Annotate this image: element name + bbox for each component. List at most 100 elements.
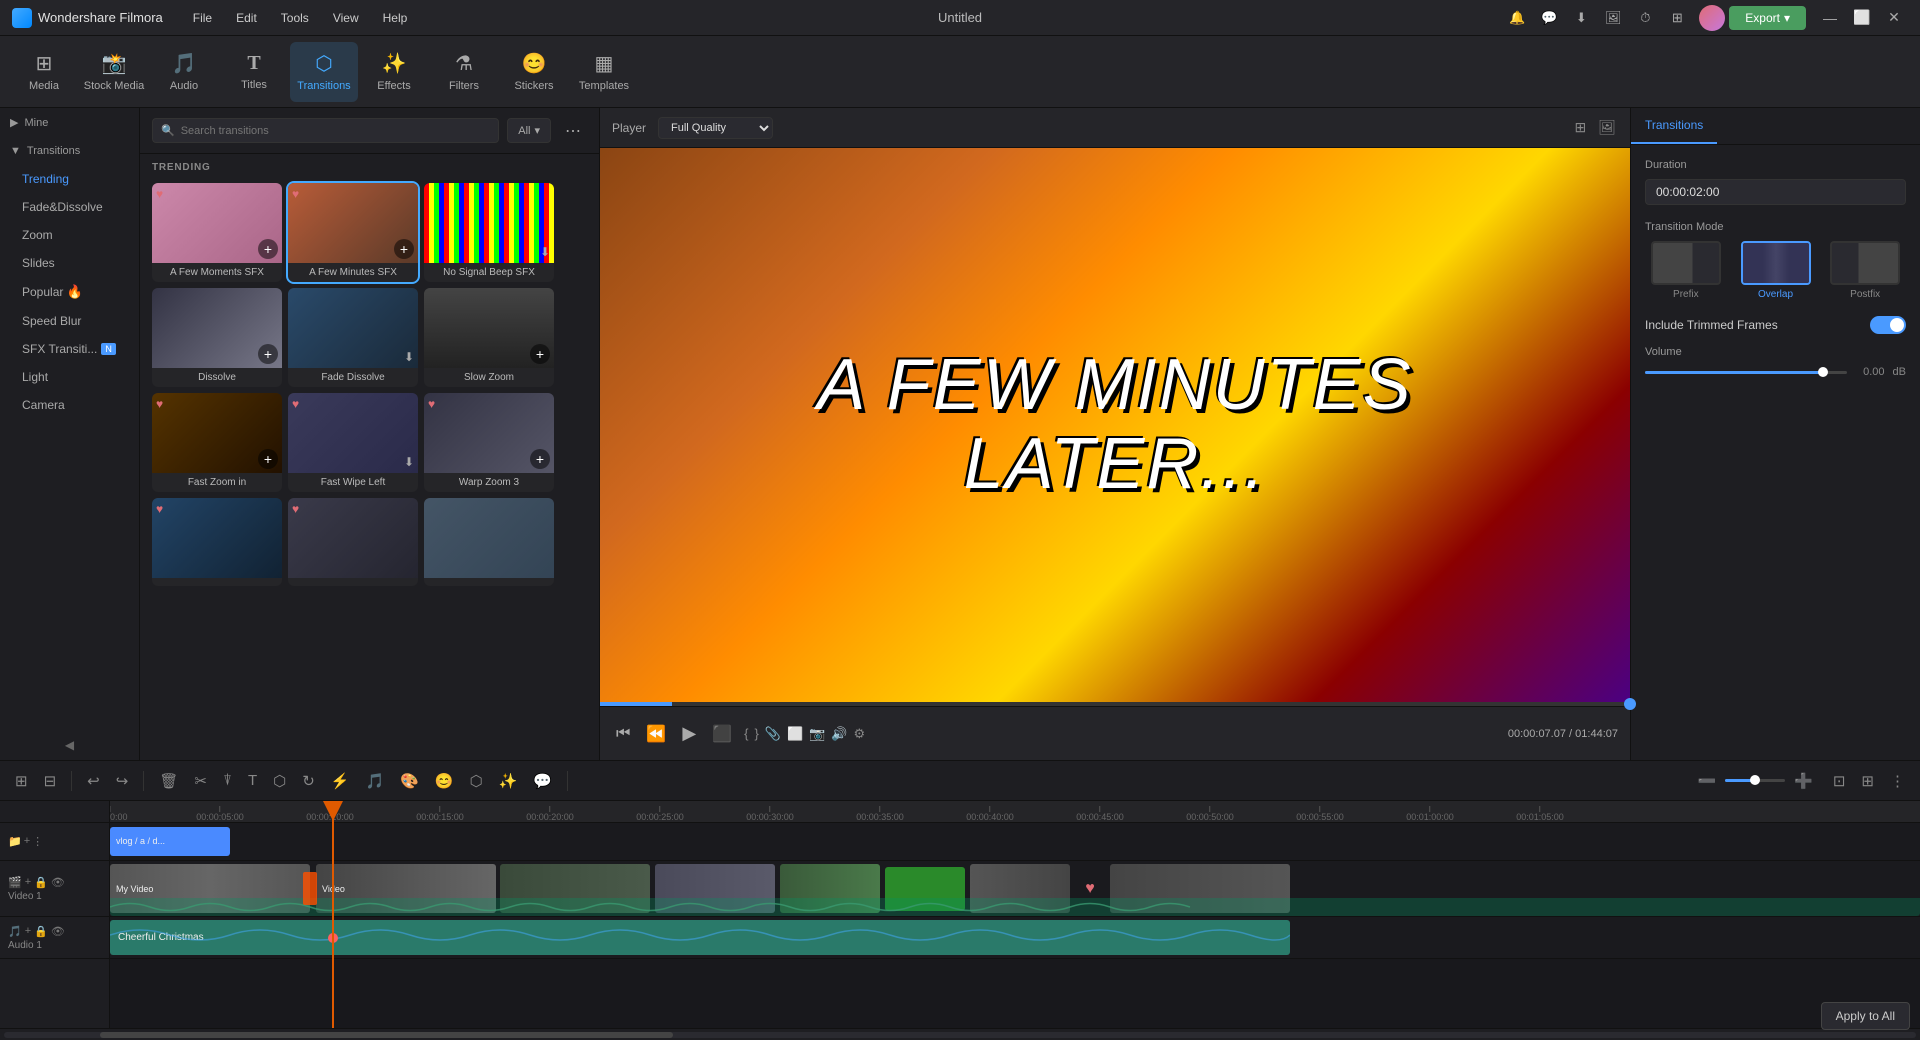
search-input[interactable]: [181, 125, 491, 137]
vlog-add-icon[interactable]: +: [24, 835, 30, 848]
add-transition-button-6[interactable]: +: [258, 449, 278, 469]
vlog-menu-icon[interactable]: ⋮: [32, 835, 43, 848]
minimize-button[interactable]: —: [1816, 4, 1844, 32]
transition-card-7[interactable]: ♥ ⬇ Fast Wipe Left: [288, 393, 418, 492]
vlog-clip[interactable]: vlog / a / d...: [110, 827, 230, 857]
search-box[interactable]: 🔍: [152, 118, 499, 143]
clip-icon[interactable]: 📎: [765, 726, 781, 742]
user-avatar[interactable]: [1699, 5, 1725, 31]
add-media-button[interactable]: ⊞: [10, 768, 33, 794]
tab-transitions[interactable]: Transitions: [1631, 108, 1717, 144]
more-options-button[interactable]: ⋯: [559, 119, 587, 143]
menu-file[interactable]: File: [183, 7, 222, 29]
sidebar-item-speed-blur[interactable]: Speed Blur: [6, 308, 133, 334]
expand-icon[interactable]: ⬜: [787, 726, 803, 742]
menu-tools[interactable]: Tools: [271, 7, 319, 29]
volume-slider[interactable]: [1645, 371, 1847, 374]
toolbar-transitions[interactable]: ⬡ Transitions: [290, 42, 358, 102]
menu-edit[interactable]: Edit: [226, 7, 267, 29]
transition-card-2[interactable]: ⬇ No Signal Beep SFX: [424, 183, 554, 282]
mode-prefix[interactable]: Prefix: [1645, 241, 1727, 300]
toolbar-audio[interactable]: 🎵 Audio: [150, 42, 218, 102]
skip-back-button[interactable]: ⏮: [612, 721, 634, 747]
toolbar-stock-media[interactable]: 📸 Stock Media: [80, 42, 148, 102]
delete-button[interactable]: 🗑: [154, 768, 183, 794]
audio-clip[interactable]: Cheerful Christmas: [110, 920, 1290, 955]
transition-card-4[interactable]: ⬇ Fade Dissolve: [288, 288, 418, 387]
speed-button[interactable]: ⚡: [326, 768, 355, 794]
frame-back-button[interactable]: ⏪: [642, 720, 670, 748]
vlog-track[interactable]: vlog / a / d...: [110, 823, 1920, 861]
audio-lock-icon[interactable]: 🔒: [34, 925, 48, 938]
toolbar-effects[interactable]: ✨ Effects: [360, 42, 428, 102]
snapshot-icon[interactable]: 📷: [809, 726, 825, 742]
community-icon[interactable]: 💬: [1537, 6, 1561, 30]
menu-view[interactable]: View: [323, 7, 369, 29]
text-button[interactable]: T: [243, 768, 262, 793]
preview-progress-bar[interactable]: [600, 702, 1630, 706]
scrollbar-track[interactable]: [4, 1032, 1916, 1038]
settings-icon[interactable]: ⚙: [854, 726, 866, 742]
fit-button[interactable]: ⊡: [1828, 768, 1851, 794]
magnet-button[interactable]: ⊟: [39, 768, 62, 794]
layout-icon[interactable]: ⊞: [1572, 117, 1588, 138]
toolbar-titles[interactable]: T Titles: [220, 42, 288, 102]
more-button[interactable]: ⋮: [1885, 768, 1910, 794]
transition-card-6[interactable]: ♥ + Fast Zoom in: [152, 393, 282, 492]
quality-select[interactable]: Full Quality High Quality Medium Quality…: [658, 117, 773, 139]
sidebar-item-trending[interactable]: Trending: [6, 166, 133, 192]
toolbar-stickers[interactable]: 😊 Stickers: [500, 42, 568, 102]
sidebar-collapse-button[interactable]: ◀: [0, 730, 139, 760]
sidebar-item-sfx[interactable]: SFX Transiti... N: [6, 336, 133, 362]
grid-icon[interactable]: ⊞: [1665, 6, 1689, 30]
media-icon[interactable]: 🖼: [1601, 6, 1625, 30]
transition-card-3[interactable]: + Dissolve: [152, 288, 282, 387]
undo-button[interactable]: ↩: [82, 768, 105, 794]
photo-icon[interactable]: 🖼: [1596, 117, 1618, 138]
sidebar-item-zoom[interactable]: Zoom: [6, 222, 133, 248]
zoom-out-button[interactable]: ➖: [1692, 768, 1721, 794]
redo-button[interactable]: ↪: [111, 768, 134, 794]
scrollbar-thumb[interactable]: [100, 1032, 674, 1038]
transition-btn[interactable]: ⬡: [465, 768, 488, 794]
split-button[interactable]: ⍒: [218, 768, 237, 793]
notification-icon[interactable]: 🔔: [1505, 6, 1529, 30]
toolbar-filters[interactable]: ⚗ Filters: [430, 42, 498, 102]
sticker-btn[interactable]: 😊: [430, 768, 459, 794]
toolbar-media[interactable]: ⊞ Media: [10, 42, 78, 102]
effect-btn[interactable]: ✨: [494, 768, 523, 794]
zoom-slider[interactable]: [1725, 779, 1785, 782]
add-transition-button-8[interactable]: +: [530, 449, 550, 469]
video1-track[interactable]: My Video Video ♥: [110, 861, 1920, 917]
download-icon[interactable]: ⬇: [1569, 6, 1593, 30]
sidebar-item-slides[interactable]: Slides: [6, 250, 133, 276]
close-button[interactable]: ✕: [1880, 4, 1908, 32]
timeline-tracks[interactable]: 00:00:00 00:00:05:00 00:00:10:00 00:00:1…: [110, 801, 1920, 1028]
add-transition-button-5[interactable]: +: [530, 344, 550, 364]
toolbar-templates[interactable]: ▦ Templates: [570, 42, 638, 102]
audio1-track[interactable]: Cheerful Christmas: [110, 917, 1920, 959]
video-lock-icon[interactable]: 🔒: [34, 876, 48, 889]
export-button[interactable]: Export ▾: [1729, 6, 1806, 30]
transition-card-0[interactable]: ♥ + A Few Moments SFX: [152, 183, 282, 282]
timeline-scrollbar[interactable]: [0, 1028, 1920, 1040]
menu-help[interactable]: Help: [373, 7, 418, 29]
maximize-button[interactable]: ⬜: [1848, 4, 1876, 32]
grid-view-button[interactable]: ⊞: [1856, 768, 1879, 794]
mode-postfix[interactable]: Postfix: [1824, 241, 1906, 300]
filter-button[interactable]: All ▾: [507, 118, 551, 143]
mode-overlap[interactable]: Overlap: [1735, 241, 1817, 300]
sidebar-transitions-group[interactable]: ▼ Transitions: [0, 137, 139, 165]
trimmed-frames-toggle[interactable]: [1870, 316, 1906, 334]
crop-button[interactable]: ⬡: [268, 768, 291, 794]
transition-card-1[interactable]: ♥ + A Few Minutes SFX: [288, 183, 418, 282]
audio-icon[interactable]: 🔊: [831, 726, 847, 742]
transition-card-8[interactable]: ♥ + Warp Zoom 3: [424, 393, 554, 492]
play-button[interactable]: ▶: [678, 719, 700, 748]
transition-card-11[interactable]: [424, 498, 554, 586]
subtitle-btn[interactable]: 💬: [528, 768, 557, 794]
sidebar-mine-group[interactable]: ▶ Mine: [0, 108, 139, 137]
transition-card-10[interactable]: ♥: [288, 498, 418, 586]
transition-card-5[interactable]: + Slow Zoom: [424, 288, 554, 387]
stop-button[interactable]: ⬛: [708, 720, 736, 748]
